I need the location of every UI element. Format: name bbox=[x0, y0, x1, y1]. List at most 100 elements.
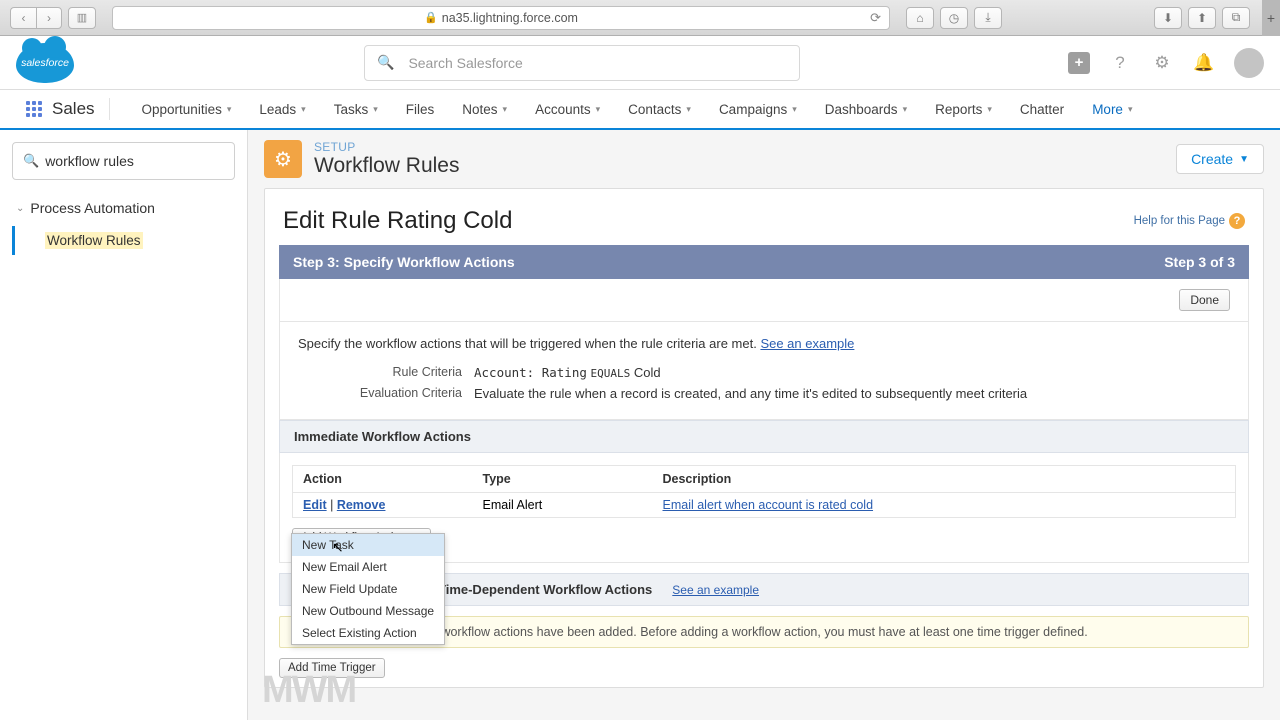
menu-item-new-task[interactable]: New Task bbox=[292, 534, 444, 556]
rule-criteria-value: Account: Rating EQUALS Cold bbox=[474, 365, 661, 380]
cursor-icon: ↖ bbox=[332, 539, 344, 556]
forward-button[interactable]: › bbox=[36, 7, 62, 29]
menu-item-select-existing-action[interactable]: Select Existing Action bbox=[292, 622, 444, 644]
gear-icon[interactable]: ⚙ bbox=[1150, 51, 1174, 75]
menu-item-new-field-update[interactable]: New Field Update bbox=[292, 578, 444, 600]
nav-label: Files bbox=[406, 102, 435, 117]
reload-icon[interactable]: ⟳ bbox=[870, 10, 881, 26]
done-button[interactable]: Done bbox=[1179, 289, 1230, 311]
nav-label: Notes bbox=[462, 102, 497, 117]
nav-label: Reports bbox=[935, 102, 982, 117]
quick-find-value: workflow rules bbox=[45, 153, 134, 169]
chevron-down-icon: ▾ bbox=[503, 104, 508, 115]
object-nav-bar: Sales Opportunities▾Leads▾ Tasks ▾ Files Not… bbox=[0, 90, 1280, 130]
nav-label: Campaigns bbox=[719, 102, 787, 117]
lock-icon: 🔒 bbox=[424, 11, 438, 24]
nav-item-notes[interactable]: Notes ▾ bbox=[448, 90, 521, 128]
nav-label: Contacts bbox=[628, 102, 681, 117]
app-header: salesforce 🔍 Search Salesforce + ? ⚙ 🔔 bbox=[0, 36, 1280, 90]
tree-category-process-automation[interactable]: ⌄ Process Automation bbox=[12, 194, 235, 222]
download-tray-icon[interactable]: ⤓ bbox=[974, 7, 1002, 29]
download-icon[interactable]: ⬇ bbox=[1154, 7, 1182, 29]
avatar[interactable] bbox=[1234, 48, 1264, 78]
nav-label: Accounts bbox=[535, 102, 591, 117]
chevron-down-icon: ▾ bbox=[903, 104, 908, 115]
chevron-down-icon: ⌄ bbox=[16, 203, 24, 214]
menu-item-new-email-alert[interactable]: New Email Alert bbox=[292, 556, 444, 578]
nav-item-files[interactable]: Files bbox=[392, 90, 449, 128]
chevron-down-icon: ▾ bbox=[987, 104, 992, 115]
see-example-link[interactable]: See an example bbox=[760, 336, 854, 351]
sidebar-toggle-button[interactable]: ▥ bbox=[68, 7, 96, 29]
immediate-actions-body: Action Type Description Edit | Remove Em… bbox=[279, 453, 1249, 563]
browser-toolbar: ‹ › ▥ 🔒 na35.lightning.force.com ⟳ ⌂ ◷ ⤓… bbox=[0, 0, 1280, 36]
breadcrumb: SETUP bbox=[314, 140, 459, 154]
criteria-description: Specify the workflow actions that will b… bbox=[298, 336, 1230, 351]
row-type: Email Alert bbox=[473, 493, 653, 518]
chevron-down-icon: ▾ bbox=[373, 104, 378, 115]
bell-icon[interactable]: 🔔 bbox=[1192, 51, 1216, 75]
quick-find-input[interactable]: 🔍 workflow rules bbox=[12, 142, 235, 180]
nav-item-leads[interactable]: Leads▾ bbox=[245, 90, 319, 128]
menu-item-new-outbound-message[interactable]: New Outbound Message bbox=[292, 600, 444, 622]
caret-down-icon: ▼ bbox=[1239, 154, 1249, 165]
address-bar[interactable]: 🔒 na35.lightning.force.com ⟳ bbox=[112, 6, 890, 30]
chevron-down-icon: ▾ bbox=[301, 104, 306, 115]
rule-title: Edit Rule Rating Cold bbox=[283, 207, 512, 235]
setup-sidebar: 🔍 workflow rules ⌄ Process Automation Wo… bbox=[0, 130, 248, 720]
nav-item-reports[interactable]: Reports ▾ bbox=[921, 90, 1006, 128]
nav-item-dashboards[interactable]: Dashboards▾ bbox=[811, 90, 921, 128]
rule-criteria-label: Rule Criteria bbox=[298, 365, 474, 380]
step-title: Step 3: Specify Workflow Actions bbox=[293, 254, 515, 270]
global-search-input[interactable]: 🔍 Search Salesforce bbox=[364, 45, 800, 81]
gear-icon: ⚙ bbox=[264, 140, 302, 178]
evaluation-criteria-value: Evaluate the rule when a record is creat… bbox=[474, 386, 1027, 401]
new-tab-button[interactable]: + bbox=[1262, 0, 1280, 36]
nav-item-chatter[interactable]: Chatter bbox=[1006, 90, 1078, 128]
nav-label: Chatter bbox=[1020, 102, 1064, 117]
salesforce-logo: salesforce bbox=[16, 43, 74, 83]
search-icon: 🔍 bbox=[23, 153, 39, 169]
rule-panel: Edit Rule Rating Cold Help for this Page… bbox=[264, 188, 1264, 688]
remove-link[interactable]: Remove bbox=[337, 498, 386, 512]
history-icon[interactable]: ◷ bbox=[940, 7, 968, 29]
immediate-actions-header: Immediate Workflow Actions bbox=[279, 420, 1249, 453]
step-counter: Step 3 of 3 bbox=[1164, 254, 1235, 270]
nav-item-tasks[interactable]: Tasks ▾ bbox=[320, 90, 392, 128]
nav-item-contacts[interactable]: Contacts ▾ bbox=[614, 90, 705, 128]
tree-category-label: Process Automation bbox=[30, 200, 155, 216]
search-icon: 🔍 bbox=[377, 54, 394, 71]
help-icon[interactable]: ? bbox=[1108, 51, 1132, 75]
chevron-down-icon: ▾ bbox=[686, 104, 691, 115]
app-launcher-icon bbox=[26, 101, 42, 117]
url-text: na35.lightning.force.com bbox=[442, 11, 578, 25]
share-icon[interactable]: ⬆ bbox=[1188, 7, 1216, 29]
col-action: Action bbox=[293, 466, 473, 493]
nav-item-campaigns[interactable]: Campaigns▾ bbox=[705, 90, 811, 128]
chevron-down-icon: ▾ bbox=[1128, 104, 1133, 115]
edit-link[interactable]: Edit bbox=[303, 498, 327, 512]
create-label: Create bbox=[1191, 151, 1233, 167]
search-placeholder: Search Salesforce bbox=[408, 55, 522, 71]
see-example-link[interactable]: See an example bbox=[672, 583, 759, 597]
row-description-link[interactable]: Email alert when account is rated cold bbox=[663, 498, 874, 512]
tree-item-workflow-rules[interactable]: Workflow Rules bbox=[12, 226, 235, 255]
tabs-icon[interactable]: ⧉ bbox=[1222, 7, 1250, 29]
nav-item-accounts[interactable]: Accounts ▾ bbox=[521, 90, 614, 128]
evaluation-criteria-label: Evaluation Criteria bbox=[298, 386, 474, 401]
global-new-button[interactable]: + bbox=[1068, 52, 1090, 74]
nav-item-opportunities[interactable]: Opportunities▾ bbox=[128, 90, 246, 128]
help-icon: ? bbox=[1229, 213, 1245, 229]
home-icon[interactable]: ⌂ bbox=[906, 7, 934, 29]
actions-table: Action Type Description Edit | Remove Em… bbox=[292, 465, 1236, 518]
watermark: MWM bbox=[262, 669, 355, 712]
help-link-label: Help for this Page bbox=[1134, 215, 1225, 227]
create-button[interactable]: Create ▼ bbox=[1176, 144, 1264, 174]
nav-item-more[interactable]: More▾ bbox=[1078, 90, 1146, 128]
help-link[interactable]: Help for this Page ? bbox=[1134, 213, 1245, 229]
table-row: Edit | Remove Email Alert Email alert wh… bbox=[293, 493, 1236, 518]
nav-label: Tasks bbox=[334, 102, 369, 117]
back-button[interactable]: ‹ bbox=[10, 7, 36, 29]
chevron-down-icon: ▾ bbox=[596, 104, 601, 115]
app-launcher[interactable]: Sales bbox=[12, 90, 109, 128]
